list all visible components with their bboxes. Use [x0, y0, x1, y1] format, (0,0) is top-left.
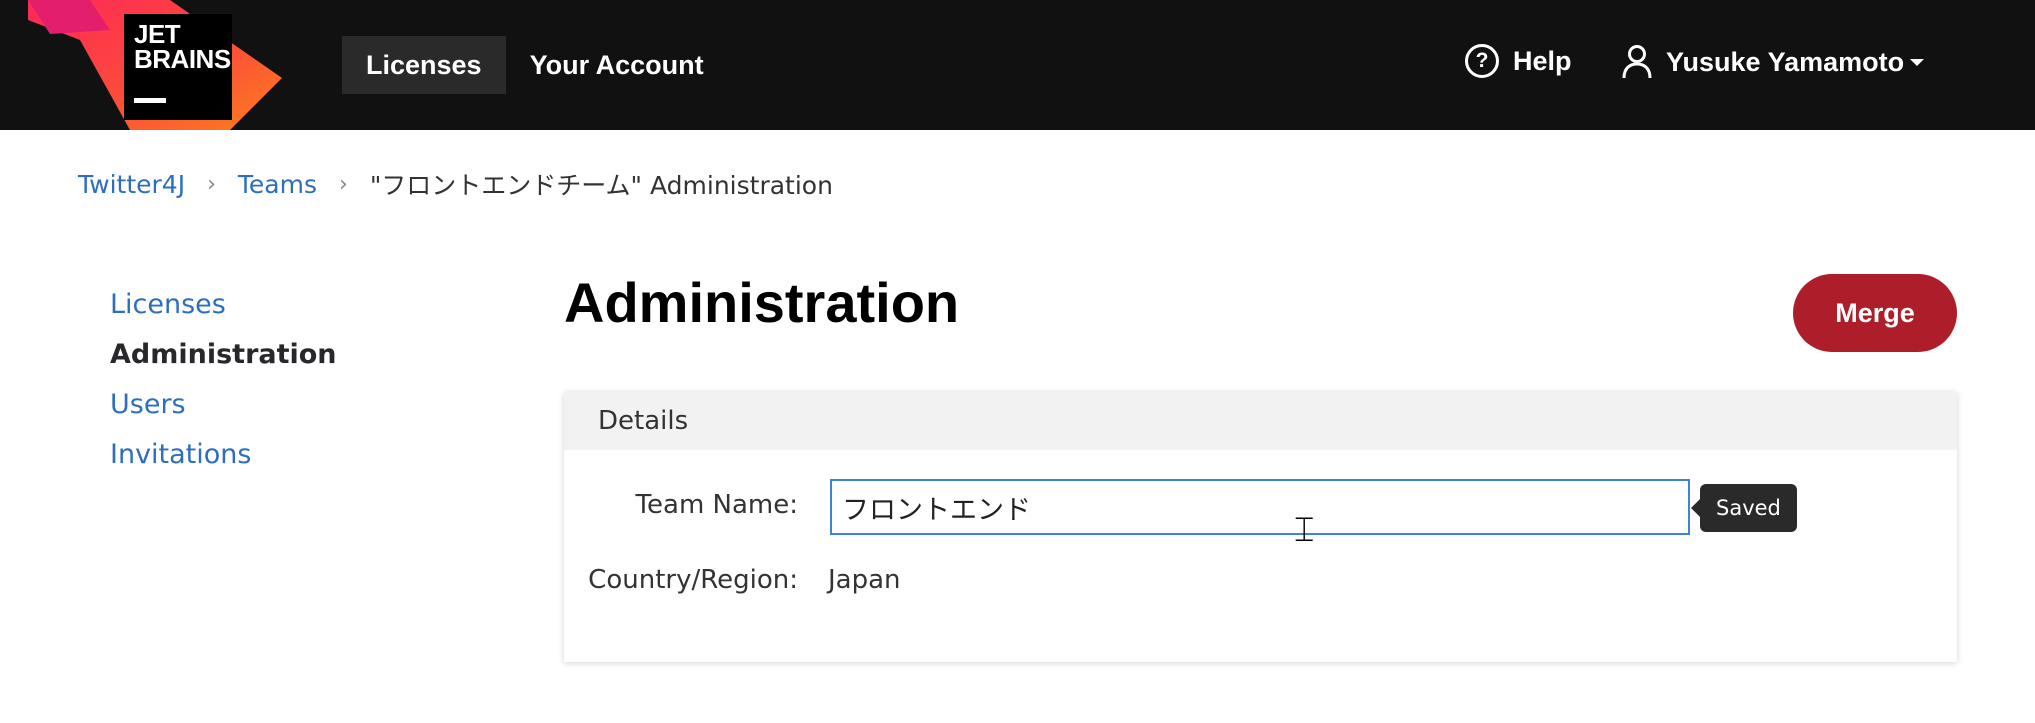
- details-card: Details Team Name: Saved Country/Region:…: [564, 392, 1957, 662]
- breadcrumb-teams[interactable]: Teams: [238, 170, 317, 199]
- team-name-input[interactable]: [830, 479, 1690, 535]
- sidebar-item-invitations[interactable]: Invitations: [110, 430, 337, 480]
- team-name-label: Team Name:: [635, 490, 798, 520]
- top-bar: JET BRAINS Licenses Your Account ? Help …: [0, 0, 2035, 130]
- sidebar-item-administration[interactable]: Administration: [110, 330, 337, 380]
- sidebar-item-users[interactable]: Users: [110, 380, 337, 430]
- details-header: Details: [564, 392, 1957, 450]
- logo-text-line2: BRAINS: [134, 44, 231, 74]
- breadcrumb: Twitter4J › Teams › "フロントエンドチーム" Adminis…: [78, 166, 833, 202]
- breadcrumb-separator-icon: ›: [339, 171, 348, 197]
- merge-button[interactable]: Merge: [1793, 274, 1957, 352]
- chevron-down-icon: [1910, 58, 1925, 66]
- question-circle-icon: ?: [1465, 44, 1499, 78]
- top-nav: Licenses Your Account: [342, 36, 728, 94]
- breadcrumb-twitter4j[interactable]: Twitter4J: [78, 170, 185, 199]
- topnav-licenses[interactable]: Licenses: [342, 36, 506, 94]
- user-menu[interactable]: Yusuke Yamamoto: [1622, 44, 1925, 80]
- sidebar: Licenses Administration Users Invitation…: [110, 280, 337, 480]
- user-name: Yusuke Yamamoto: [1666, 46, 1905, 77]
- page-title: Administration: [564, 271, 960, 334]
- sidebar-item-licenses[interactable]: Licenses: [110, 280, 337, 330]
- help-link[interactable]: ? Help: [1465, 44, 1572, 78]
- jetbrains-logo-text: JET BRAINS: [124, 14, 232, 120]
- user-icon: [1622, 45, 1652, 79]
- jetbrains-logo[interactable]: JET BRAINS: [20, 0, 290, 130]
- help-label: Help: [1513, 45, 1572, 76]
- breadcrumb-current: "フロントエンドチーム" Administration: [369, 171, 833, 200]
- logo-underline: [134, 98, 166, 103]
- country-region-label: Country/Region:: [588, 565, 798, 595]
- topnav-your-account[interactable]: Your Account: [506, 36, 728, 94]
- saved-tooltip: Saved: [1691, 484, 1797, 532]
- country-region-value: Japan: [828, 565, 901, 595]
- breadcrumb-separator-icon: ›: [207, 171, 216, 197]
